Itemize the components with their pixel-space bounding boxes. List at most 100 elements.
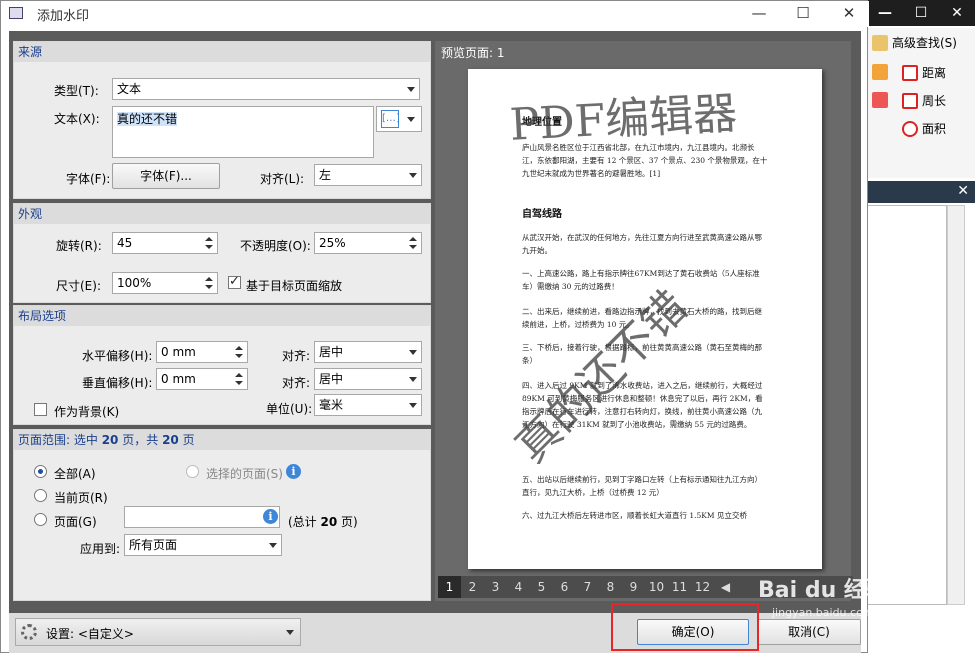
chevron-down-icon	[409, 350, 417, 355]
background-checkbox[interactable]	[34, 403, 47, 416]
spin-up-icon[interactable]	[205, 237, 213, 241]
source-group: 来源 类型(T): 文本 文本(X): 真的还不错 […] 字体(F): 字体(…	[13, 41, 431, 199]
rotate-value: 45	[117, 236, 133, 250]
page-button[interactable]: 9	[622, 576, 645, 598]
text-label: 文本(X):	[54, 112, 100, 126]
close-icon[interactable]: ✕	[939, 0, 975, 26]
page-range-total: 20	[162, 433, 179, 447]
distance-tool[interactable]: 距离	[902, 64, 946, 81]
dialog-close-icon[interactable]: ✕	[835, 1, 863, 27]
page-button[interactable]: 8	[599, 576, 622, 598]
dialog-title: 添加水印	[37, 9, 90, 24]
spin-up-icon[interactable]	[409, 237, 417, 241]
spin-down-icon[interactable]	[235, 354, 243, 358]
size-label: 尺寸(E):	[56, 279, 101, 293]
opacity-spinner[interactable]: 25%	[314, 232, 422, 254]
area-tool[interactable]: 面积	[902, 120, 946, 137]
pencil-tool[interactable]	[872, 64, 888, 80]
watermark-text-value: 真的还不错	[117, 112, 178, 126]
page-button[interactable]: 3	[484, 576, 507, 598]
v-offset-spinner[interactable]: 0 mm	[156, 368, 248, 390]
spin-down-icon[interactable]	[205, 285, 213, 289]
unit-label: 单位(U):	[266, 402, 313, 416]
spin-down-icon[interactable]	[235, 381, 243, 385]
page-range-prefix: 页面范围: 选中	[18, 433, 98, 447]
settings-select[interactable]: 设置: <自定义>	[15, 618, 301, 646]
page-button[interactable]: 11	[668, 576, 691, 598]
align-select[interactable]: 左	[314, 164, 422, 186]
page-button[interactable]: 4	[507, 576, 530, 598]
h-offset-label: 水平偏移(H):	[82, 349, 153, 363]
eraser-tool[interactable]	[872, 92, 888, 108]
advanced-find-tool[interactable]: 高级查找(S)	[872, 34, 957, 51]
area-icon	[902, 120, 918, 137]
page-button[interactable]: 10	[645, 576, 668, 598]
perimeter-icon	[902, 92, 918, 109]
insert-macro-button[interactable]: […]	[376, 106, 422, 132]
page-button[interactable]: 5	[530, 576, 553, 598]
perimeter-tool[interactable]: 周长	[902, 92, 946, 109]
rotate-spinner[interactable]: 45	[112, 232, 218, 254]
info-icon[interactable]: i	[263, 509, 278, 524]
page-button[interactable]: 12	[691, 576, 714, 598]
background-panel-header: ✕	[867, 181, 975, 203]
v-align-label: 对齐:	[282, 376, 311, 390]
page-range-mid: 页，共	[122, 433, 159, 447]
maximize-icon[interactable]: ☐	[903, 0, 939, 26]
type-value: 文本	[117, 82, 142, 96]
opacity-label: 不透明度(O):	[240, 239, 311, 253]
prev-page-icon[interactable]: ◀	[714, 576, 737, 598]
h-offset-spinner[interactable]: 0 mm	[156, 341, 248, 363]
current-page-radio[interactable]	[34, 489, 47, 502]
size-spinner[interactable]: 100%	[112, 272, 218, 294]
scale-checkbox[interactable]: ✓	[228, 274, 241, 289]
align-value: 左	[319, 168, 332, 182]
dialog-titlebar[interactable]: 添加水印 — ☐ ✕	[1, 1, 869, 27]
background-toolbar: 高级查找(S) 距离 周长 面积	[867, 28, 975, 178]
h-align-value: 居中	[319, 345, 344, 359]
size-value: 100%	[117, 276, 152, 290]
apply-to-select[interactable]: 所有页面	[124, 534, 282, 556]
unit-select[interactable]: 毫米	[314, 394, 422, 416]
settings-label: 设置: <自定义>	[46, 627, 134, 641]
watermark-text-input[interactable]: 真的还不错	[112, 106, 374, 158]
spin-up-icon[interactable]	[235, 346, 243, 350]
page-button[interactable]: 2	[461, 576, 484, 598]
page-range-input[interactable]: i	[124, 506, 280, 528]
page-button[interactable]: 1	[438, 576, 461, 598]
page-range-radio[interactable]	[34, 513, 47, 526]
page-count-value: 20	[320, 515, 338, 529]
info-icon[interactable]: i	[286, 464, 301, 479]
v-align-select[interactable]: 居中	[314, 368, 422, 390]
dialog-maximize-icon[interactable]: ☐	[789, 1, 817, 27]
layout-heading: 布局选项	[14, 306, 430, 326]
preview-paragraph: 六、过九江大桥后左转进市区，顺着长虹大道直行 1.5KM 见立交桥	[522, 511, 747, 520]
spin-up-icon[interactable]	[205, 277, 213, 281]
all-pages-radio[interactable]	[34, 465, 47, 478]
spin-up-icon[interactable]	[235, 373, 243, 377]
eraser-icon	[872, 92, 888, 108]
selected-pages-radio[interactable]	[186, 465, 199, 478]
minimize-icon[interactable]: —	[867, 0, 903, 26]
preview-page: 地理位置 庐山风景名胜区位于江西省北部，在九江市境内，九江县境内。北濒长江，东依…	[468, 69, 822, 569]
cancel-button[interactable]: 取消(C)	[757, 619, 861, 645]
baidu-watermark-logo: Bai du 经验	[758, 578, 888, 603]
page-button[interactable]: 6	[553, 576, 576, 598]
background-scrollbar[interactable]	[947, 205, 965, 605]
dialog-app-icon	[9, 7, 23, 19]
macro-icon: […]	[381, 110, 400, 128]
font-button[interactable]: 字体(F)...	[112, 163, 220, 189]
spin-down-icon[interactable]	[205, 245, 213, 249]
v-align-value: 居中	[319, 372, 344, 386]
panel-close-icon[interactable]: ✕	[957, 183, 969, 199]
dialog-minimize-icon[interactable]: —	[745, 1, 773, 27]
type-select[interactable]: 文本	[112, 78, 420, 100]
chevron-down-icon	[407, 117, 415, 122]
v-offset-value: 0 mm	[161, 372, 196, 386]
spin-down-icon[interactable]	[409, 245, 417, 249]
page-button[interactable]: 7	[576, 576, 599, 598]
scale-label: 基于目标页面缩放	[246, 279, 343, 293]
find-icon	[872, 34, 888, 51]
background-window-controls: — ☐ ✕	[865, 0, 975, 26]
h-align-select[interactable]: 居中	[314, 341, 422, 363]
